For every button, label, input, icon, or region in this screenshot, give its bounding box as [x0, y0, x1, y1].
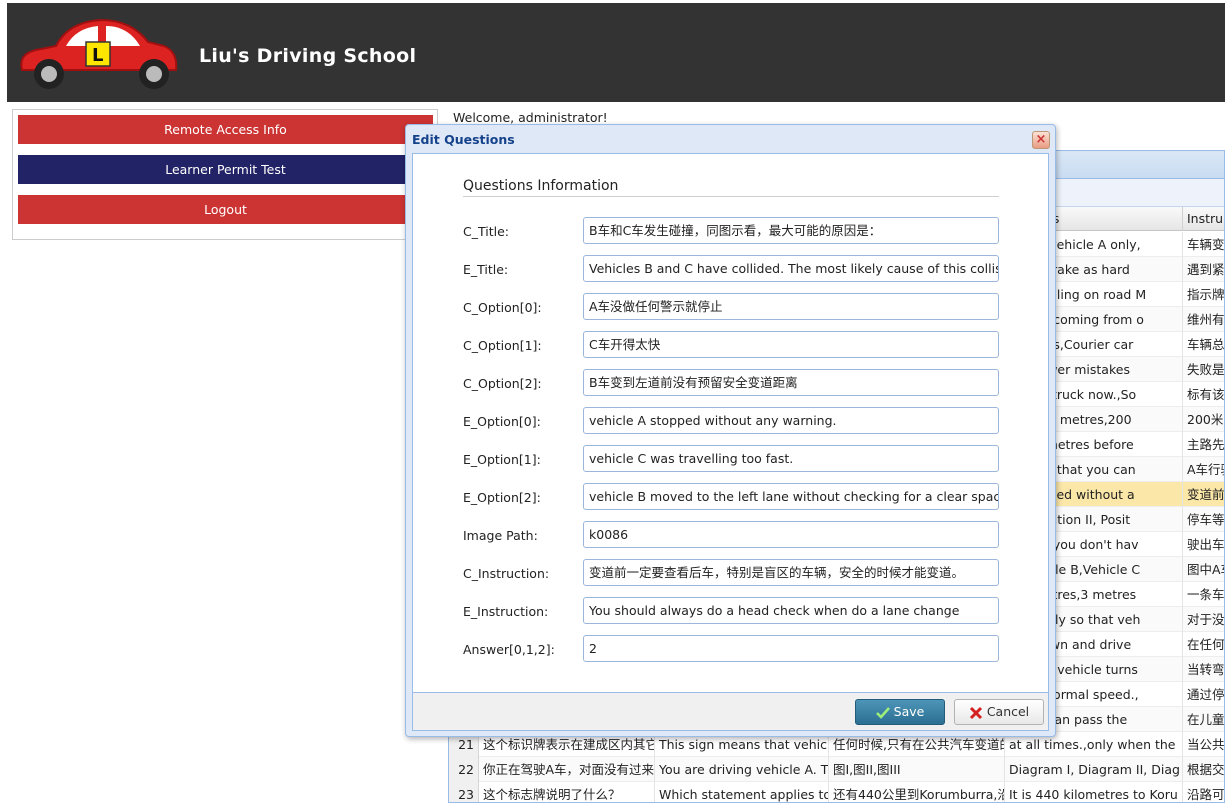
- cell-number: 23: [449, 782, 479, 802]
- edit-questions-dialog: Edit Questions × Questions Information C…: [405, 124, 1056, 737]
- cell-instruction: 一条车: [1183, 582, 1224, 607]
- app-header: L Liu's Driving School: [7, 3, 1225, 102]
- field-input[interactable]: Vehicles B and C have collided. The most…: [583, 255, 999, 282]
- field-input[interactable]: B车变到左道前没有预留安全变道距离: [583, 369, 999, 396]
- cell-instruction: 遇到紧: [1183, 257, 1224, 282]
- field-input[interactable]: 2: [583, 635, 999, 662]
- field-label: C_Title:: [463, 224, 509, 239]
- field-label: C_Option[2]:: [463, 376, 542, 391]
- app-title: Liu's Driving School: [199, 45, 417, 67]
- field-label: C_Option[1]:: [463, 338, 542, 353]
- field-input[interactable]: C车开得太快: [583, 331, 999, 358]
- cell-instruction: 根据交: [1183, 757, 1224, 782]
- cell-c-options: 还有440公里到Korumburra,沿: [829, 782, 1005, 802]
- cell-c-options: 图I,图II,图III: [829, 757, 1005, 782]
- field-input[interactable]: k0086: [583, 521, 999, 548]
- cell-instruction: 当转弯: [1183, 657, 1224, 682]
- cell-c-title: 这个标志牌说明了什么？: [479, 782, 655, 802]
- x-icon: [969, 706, 982, 719]
- table-row[interactable]: 23 这个标志牌说明了什么？ Which statement applies to 还…: [449, 782, 1224, 802]
- field-input[interactable]: A车没做任何警示就停止: [583, 293, 999, 320]
- cell-e-title: Which statement applies to: [655, 782, 829, 802]
- column-header-instruction[interactable]: Instru: [1183, 207, 1224, 231]
- cell-instruction: 车辆总: [1183, 332, 1224, 357]
- check-icon: [875, 706, 890, 719]
- cell-instruction: A车行驶: [1183, 457, 1224, 482]
- cell-e-options: It is 440 kilometres to Koru: [1005, 782, 1183, 802]
- field-label: E_Option[1]:: [463, 452, 541, 467]
- sidebar: Remote Access Info Learner Permit Test L…: [12, 109, 438, 240]
- cell-c-title: 你正在驾驶A车，对面没有过来的: [479, 757, 655, 782]
- cell-instruction: 主路先: [1183, 432, 1224, 457]
- table-row[interactable]: 22 你正在驾驶A车，对面没有过来的 You are driving vehicle…: [449, 757, 1224, 782]
- field-input[interactable]: vehicle C was travelling too fast.: [583, 445, 999, 472]
- field-label: E_Title:: [463, 262, 509, 277]
- car-logo-icon: L: [20, 18, 178, 89]
- close-icon[interactable]: ×: [1032, 131, 1050, 149]
- dialog-body: Questions Information C_Title: B车和C车发生碰撞，…: [412, 153, 1049, 693]
- field-label: E_Instruction:: [463, 604, 549, 619]
- logout-button[interactable]: Logout: [18, 195, 433, 224]
- field-label: C_Instruction:: [463, 566, 550, 581]
- save-button[interactable]: Save: [855, 699, 945, 725]
- dialog-title: Edit Questions: [412, 132, 515, 147]
- cell-instruction: 在儿童: [1183, 707, 1224, 732]
- field-label: Image Path:: [463, 528, 538, 543]
- field-label: E_Option[0]:: [463, 414, 541, 429]
- cell-instruction: 驶出车: [1183, 532, 1224, 557]
- dialog-footer: Save Cancel: [412, 693, 1049, 731]
- cell-instruction: 停车等: [1183, 507, 1224, 532]
- cell-instruction: 标有该: [1183, 382, 1224, 407]
- learner-permit-button[interactable]: Learner Permit Test: [18, 155, 433, 184]
- cell-instruction: 沿路可: [1183, 782, 1224, 802]
- field-label: E_Option[2]:: [463, 490, 541, 505]
- cancel-label: Cancel: [986, 704, 1030, 719]
- field-input[interactable]: vehicle B moved to the left lane without…: [583, 483, 999, 510]
- field-input[interactable]: 变道前一定要查看后车，特别是盲区的车辆，安全的时候才能变道。: [583, 559, 999, 586]
- cell-instruction: 在任何: [1183, 632, 1224, 657]
- field-label: C_Option[0]:: [463, 300, 542, 315]
- cell-instruction: 通过停: [1183, 682, 1224, 707]
- field-input[interactable]: B车和C车发生碰撞，同图示看，最大可能的原因是：: [583, 217, 999, 244]
- cell-instruction: 车辆变: [1183, 232, 1224, 257]
- cell-instruction: 对于没: [1183, 607, 1224, 632]
- field-input[interactable]: You should always do a head check when d…: [583, 597, 999, 624]
- cell-instruction: 变道前: [1183, 482, 1224, 507]
- app-root: L Liu's Driving School Remote Access Inf…: [0, 0, 1225, 803]
- cell-instruction: 200米: [1183, 407, 1224, 432]
- field-input[interactable]: vehicle A stopped without any warning.: [583, 407, 999, 434]
- cell-instruction: 图中A车: [1183, 557, 1224, 582]
- welcome-text: Welcome, administrator!: [453, 110, 608, 125]
- cell-instruction: 指示牌: [1183, 282, 1224, 307]
- cell-instruction: 失败是: [1183, 357, 1224, 382]
- remote-access-button[interactable]: Remote Access Info: [18, 115, 433, 144]
- cell-number: 22: [449, 757, 479, 782]
- section-title: Questions Information: [463, 178, 619, 194]
- field-label: Answer[0,1,2]:: [463, 642, 555, 657]
- cell-e-title: You are driving vehicle A. Th: [655, 757, 829, 782]
- cell-e-options: Diagram I, Diagram II, Diag: [1005, 757, 1183, 782]
- logo-letter: L: [92, 45, 103, 66]
- cell-instruction: 维州有: [1183, 307, 1224, 332]
- section-divider: [463, 196, 999, 197]
- cancel-button[interactable]: Cancel: [954, 699, 1044, 725]
- cell-instruction: 当公共: [1183, 732, 1224, 757]
- save-label: Save: [893, 704, 925, 719]
